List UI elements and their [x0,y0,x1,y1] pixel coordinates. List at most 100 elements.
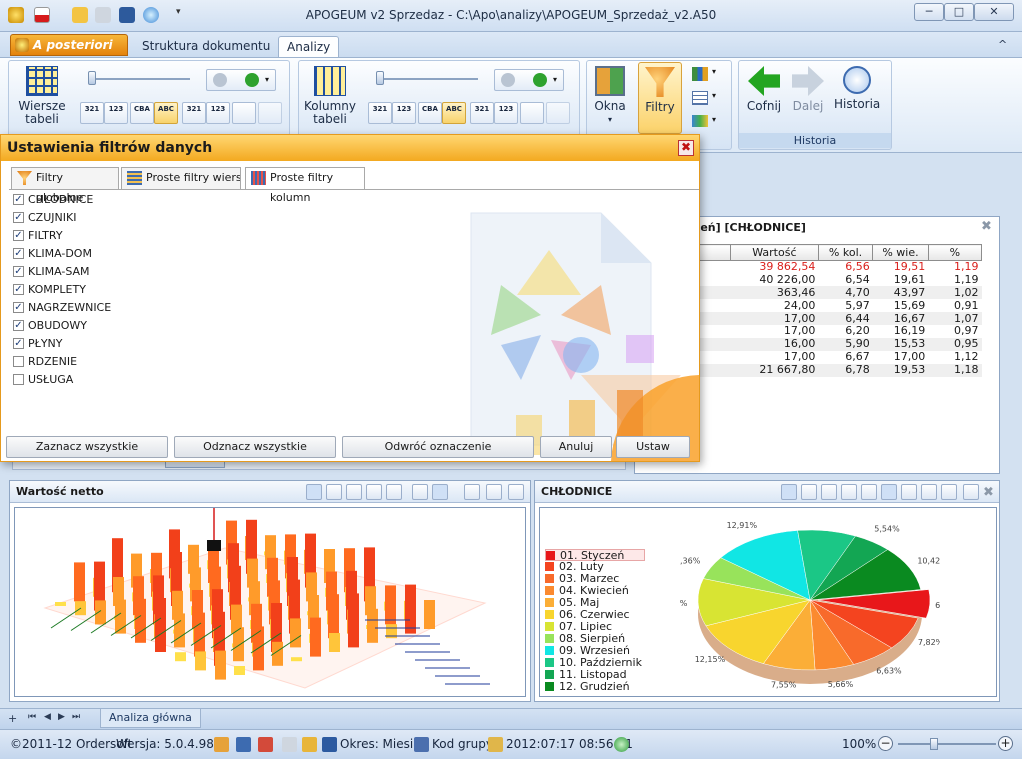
tab-global-filters[interactable]: Filtry globalne [11,167,119,204]
legend-icon[interactable] [901,484,917,500]
filter-checkbox-item[interactable]: ✓ KLIMA-SAM [13,265,213,281]
filter-checkbox-item[interactable]: ✓ FILTRY [13,229,213,245]
columns-tree-dropdown[interactable]: ▾ [494,69,564,91]
group-code-text[interactable]: Kod grupy [432,737,493,751]
columns-tree-button[interactable] [520,102,544,124]
pie-chart-icon[interactable] [781,484,797,500]
chart-rotate-icon[interactable] [306,484,322,500]
gridlines-icon[interactable] [921,484,937,500]
zoom-in-button[interactable]: + [998,736,1013,751]
sort-desc-value-button[interactable]: 321 [182,102,206,124]
windows-button[interactable]: Okna ▾ [590,66,630,126]
checkbox[interactable]: ✓ [13,248,24,259]
rows-tree-button[interactable] [232,102,256,124]
bar3d-column[interactable] [135,598,146,643]
bar3d-plot[interactable] [14,507,526,697]
col-sort-desc-alpha-button[interactable]: CBA [418,102,442,124]
bar3d-column[interactable] [234,666,245,675]
checkbox[interactable]: ✓ [13,302,24,313]
bar3d-column[interactable] [155,598,166,652]
refresh-icon[interactable] [614,737,629,752]
bar3d-column[interactable] [174,613,185,648]
tab-row-filters[interactable]: Proste filtry wierszy [121,167,241,189]
col-sort-desc-value-button[interactable]: 321 [470,102,494,124]
bar3d-column[interactable] [115,599,126,634]
rows-slider-track[interactable] [88,78,190,80]
sort-asc-numeric-button[interactable]: 123 [104,102,128,124]
chart-zoom-icon[interactable] [346,484,362,500]
rows-slider-thumb[interactable] [88,71,96,85]
redo-button[interactable]: Dalej [788,66,828,113]
last-sheet-icon[interactable]: ⏭ [72,712,80,722]
chevron-down-icon[interactable]: ▾ [712,67,716,76]
chart-axis-icon[interactable] [486,484,502,500]
filter-checkbox-item[interactable]: ✓ CZUJNIKI [13,211,213,227]
checkbox[interactable]: ✓ [13,266,24,277]
cancel-button[interactable]: Anuluj [540,436,612,458]
filter-checkbox-item[interactable]: ✓ OBUDOWY [13,319,213,335]
apply-button[interactable]: Ustaw [616,436,690,458]
stacked-chart-icon[interactable] [821,484,837,500]
line-chart-icon[interactable] [841,484,857,500]
col-pct-header[interactable]: % [927,244,983,261]
bar3d-column[interactable] [194,612,205,657]
invert-selection-button[interactable]: Odwróć oznaczenie [342,436,534,458]
ribbon-collapse-button[interactable]: ^ [998,38,1007,51]
bar3d-column[interactable] [215,650,226,680]
grid-layout-icon[interactable] [692,91,708,105]
filter-checkbox-item[interactable]: RDZENIE [13,355,213,371]
next-sheet-icon[interactable]: ▶ [58,712,65,722]
sort-desc-numeric-button[interactable]: 321 [80,102,104,124]
search-icon[interactable] [282,737,297,752]
border-icon[interactable] [963,484,979,500]
rows-options-button[interactable] [258,102,282,124]
zoom-slider-track[interactable] [898,743,996,745]
group-code-icon[interactable] [414,737,429,752]
col-sort-desc-numeric-button[interactable]: 321 [368,102,392,124]
sort-desc-alpha-button[interactable]: CBA [130,102,154,124]
dialog-close-button[interactable]: ✖ [678,140,694,156]
col-sort-asc-alpha-button[interactable]: ABC [442,102,466,124]
first-sheet-icon[interactable]: ⏮ [28,712,36,722]
rows-tree-dropdown[interactable]: ▾ [206,69,276,91]
col-pct-col-header[interactable]: % kol. [817,244,874,261]
close-button[interactable]: ✕ [974,3,1014,21]
rows-status-icon[interactable] [236,737,251,752]
columns-options-button[interactable] [546,102,570,124]
select-all-button[interactable]: Zaznacz wszystkie [6,436,168,458]
chart-status-icon[interactable] [302,737,317,752]
col-pct-row-header[interactable]: % wie. [872,244,929,261]
bar3d-column[interactable] [348,593,359,648]
filter-checkbox-item[interactable]: ✓ KLIMA-DOM [13,247,213,263]
sort-asc-value-button[interactable]: 123 [206,102,230,124]
zoom-slider-thumb[interactable] [930,738,938,750]
bar3d-column[interactable] [195,651,206,671]
tab-document-structure[interactable]: Struktura dokumentu [134,36,278,57]
chart-3d-icon[interactable] [432,484,448,500]
checkbox[interactable]: ✓ [13,338,24,349]
bar3d-column[interactable] [95,600,106,625]
checkbox[interactable]: ✓ [13,194,24,205]
close-panel-icon[interactable]: ✖ [983,485,994,500]
data-grid-icon[interactable] [941,484,957,500]
chart-bar-icon[interactable] [412,484,428,500]
tab-column-filters[interactable]: Proste filtry kolumn [245,167,365,204]
filter-checkbox-item[interactable]: ✓ PŁYNY [13,337,213,353]
bar3d-column[interactable] [291,657,302,662]
columns-slider-thumb[interactable] [376,71,384,85]
filter-checkbox-item[interactable]: ✓ CHŁODNICE [13,193,213,209]
checkbox[interactable]: ✓ [13,212,24,223]
checkbox[interactable]: ✓ [13,284,24,295]
bar3d-column[interactable] [367,608,378,643]
chart-text-icon[interactable] [366,484,382,500]
filter-checkbox-item[interactable]: ✓ KOMPLETY [13,283,213,299]
add-sheet-icon[interactable]: + [8,712,17,725]
columns-slider-track[interactable] [376,78,478,80]
chevron-down-icon[interactable]: ▾ [712,91,716,100]
column-chart-icon[interactable] [881,484,897,500]
bar3d-column[interactable] [329,633,340,652]
maximize-button[interactable]: □ [944,3,974,21]
bar3d-column[interactable] [405,584,416,634]
app-menu-button[interactable]: A posteriori [10,34,128,56]
minimize-button[interactable]: ─ [914,3,944,21]
